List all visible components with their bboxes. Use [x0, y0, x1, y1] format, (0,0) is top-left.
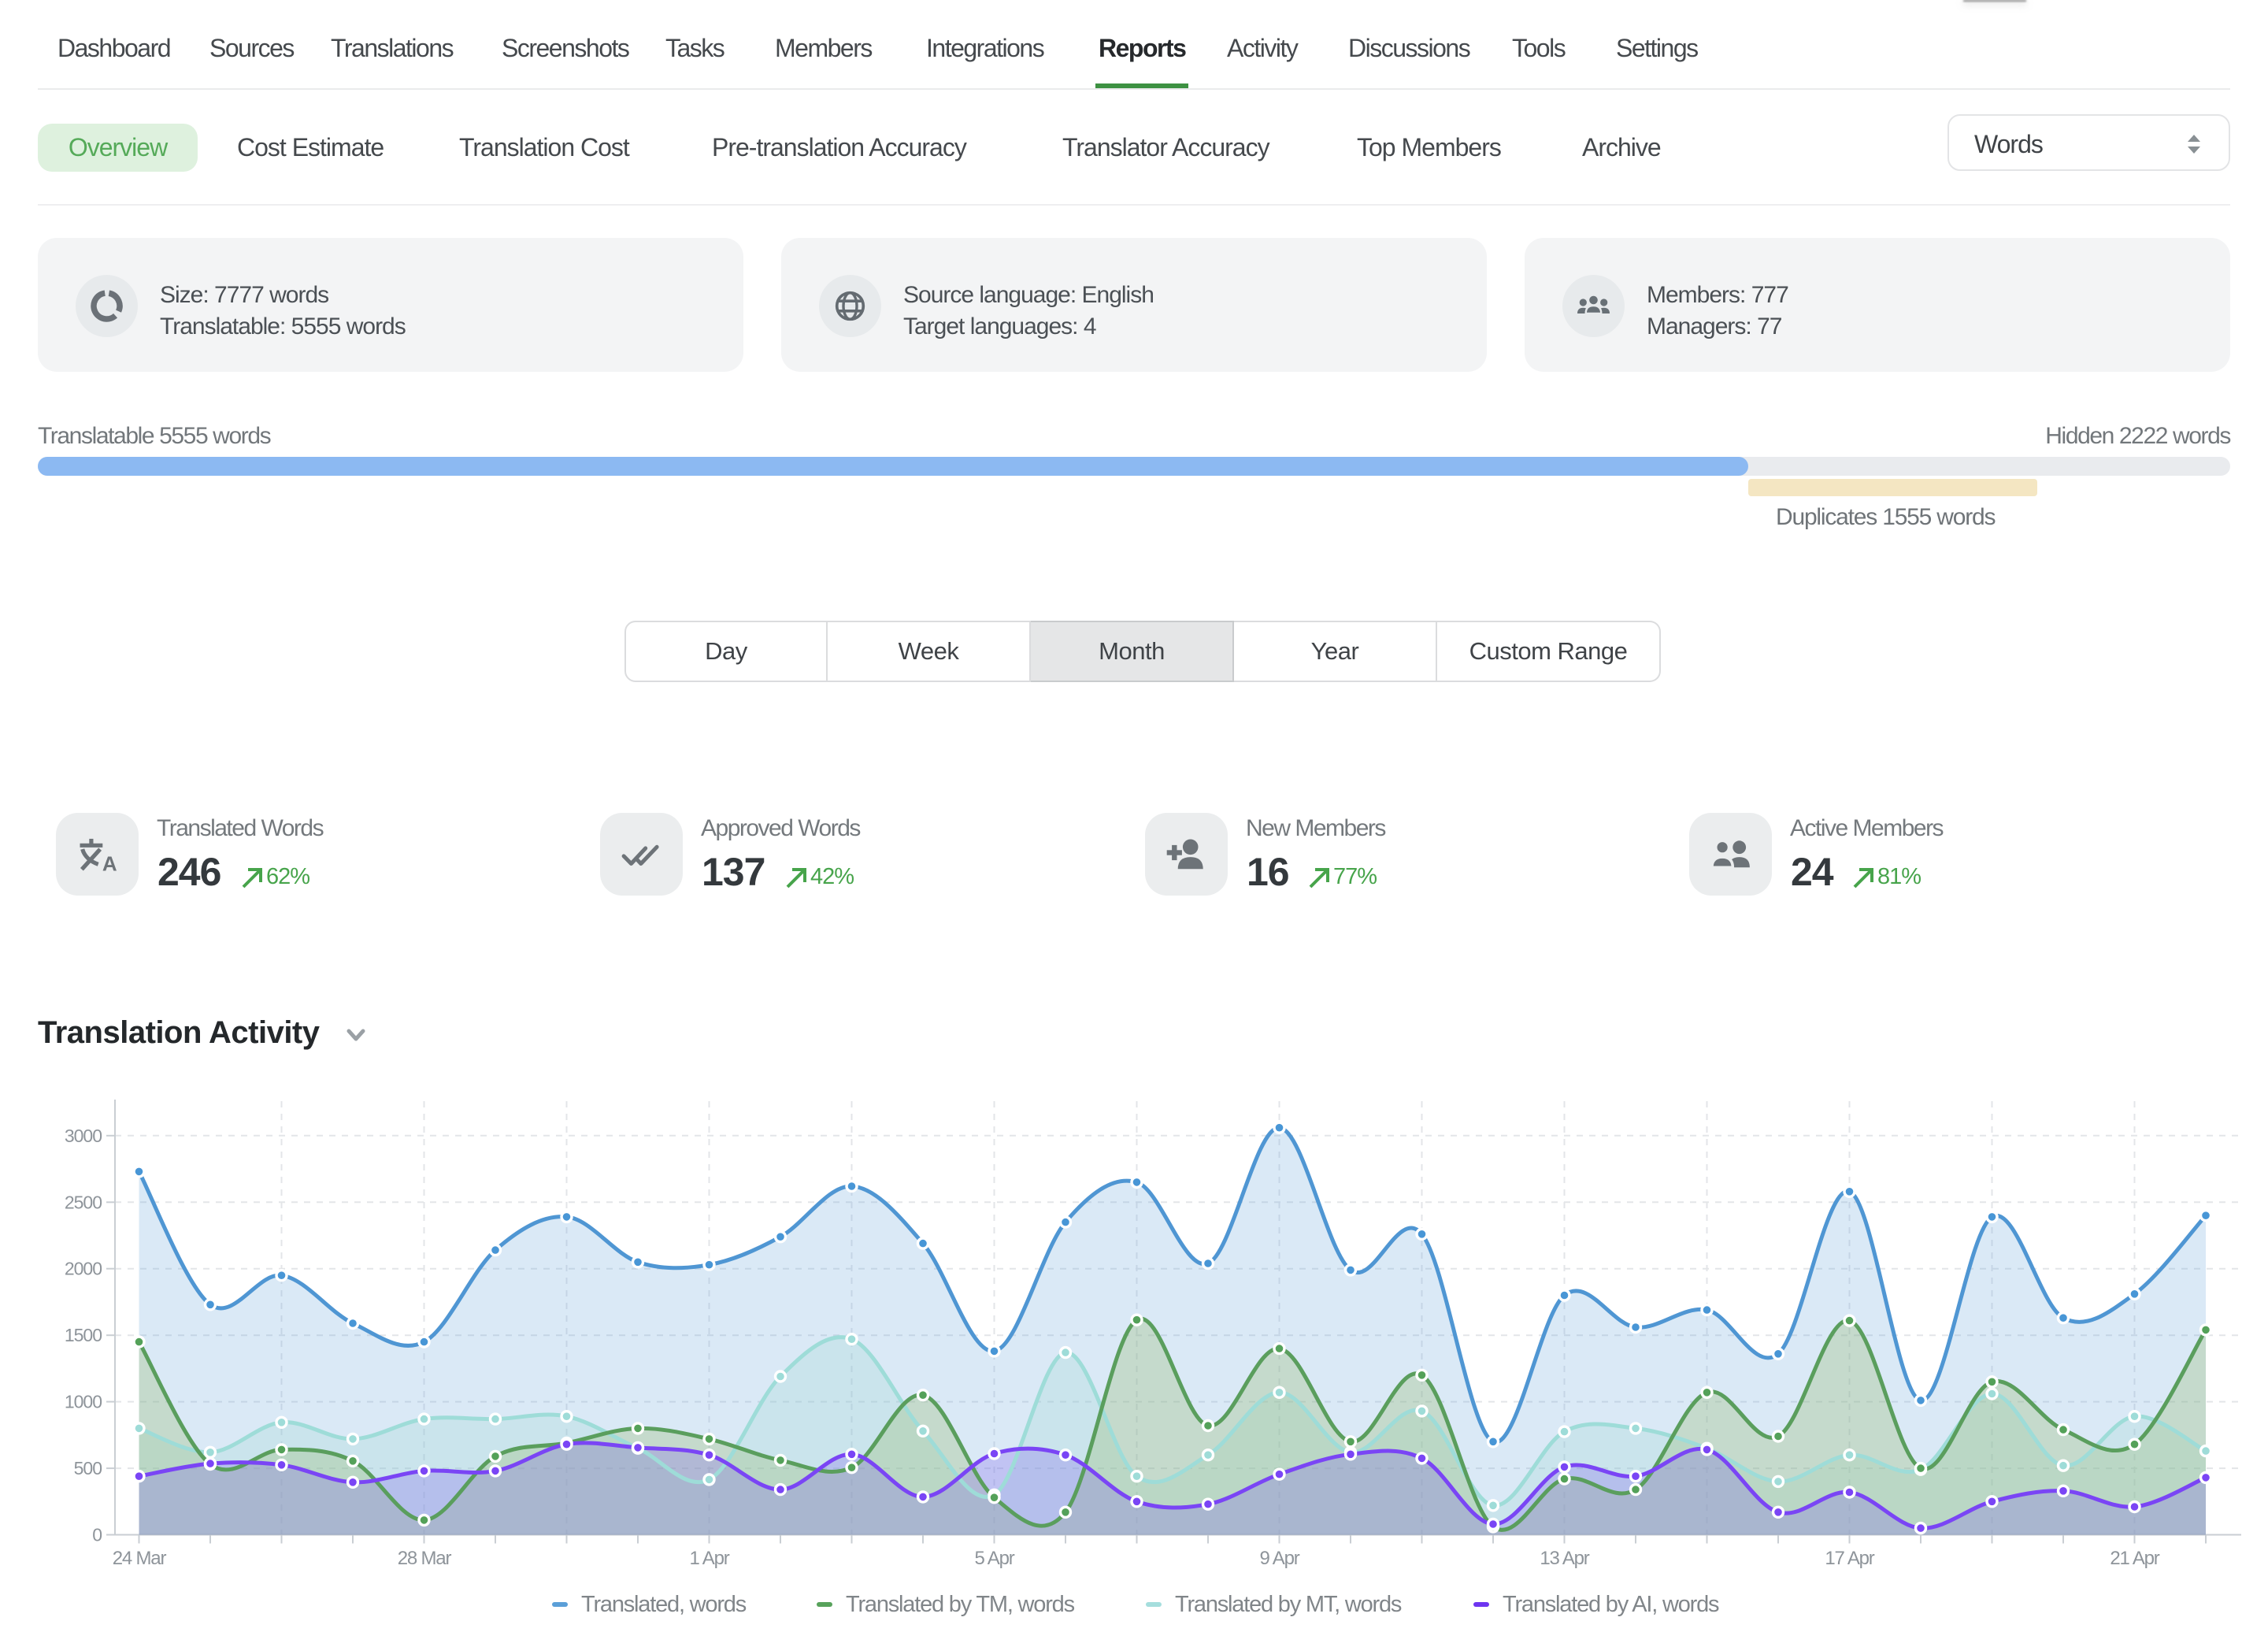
- svg-text:17 Apr: 17 Apr: [1825, 1548, 1874, 1569]
- svg-text:24 Mar: 24 Mar: [113, 1548, 167, 1569]
- svg-text:21 Apr: 21 Apr: [2110, 1548, 2159, 1569]
- svg-text:5 Apr: 5 Apr: [974, 1548, 1014, 1569]
- svg-text:1 Apr: 1 Apr: [689, 1548, 729, 1569]
- svg-text:9 Apr: 9 Apr: [1259, 1548, 1299, 1569]
- svg-text:0: 0: [92, 1525, 102, 1545]
- svg-text:2000: 2000: [65, 1259, 102, 1279]
- svg-text:28 Mar: 28 Mar: [398, 1548, 452, 1569]
- svg-text:13 Apr: 13 Apr: [1540, 1548, 1589, 1569]
- svg-text:3000: 3000: [65, 1126, 102, 1146]
- svg-text:1500: 1500: [65, 1325, 102, 1345]
- svg-text:500: 500: [74, 1458, 102, 1478]
- svg-text:1000: 1000: [65, 1392, 102, 1412]
- svg-text:2500: 2500: [65, 1192, 102, 1212]
